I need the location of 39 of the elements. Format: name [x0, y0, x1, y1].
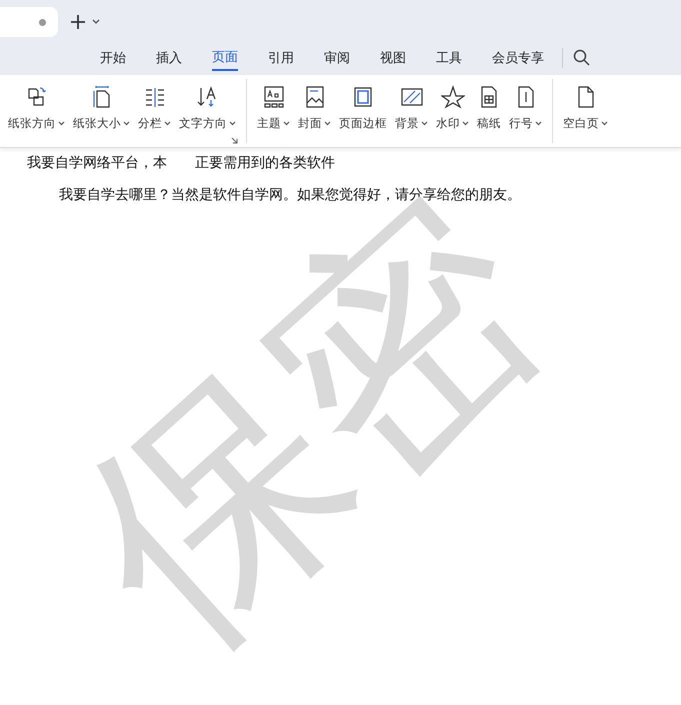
chevron-down-icon[interactable]	[92, 19, 100, 25]
ribbon-button[interactable]: 页面边框	[335, 85, 391, 147]
menu-tab[interactable]: 工具	[436, 44, 462, 70]
star-icon	[440, 85, 464, 109]
ribbon-button[interactable]: 行号	[505, 85, 546, 147]
menu-tab[interactable]: 会员专享	[492, 44, 544, 70]
unsaved-dot-icon	[39, 18, 46, 26]
document-text: 我要自学网络平台，本	[27, 154, 167, 173]
caret-icon	[421, 121, 428, 126]
caret-icon	[283, 121, 290, 126]
ribbon-button[interactable]: 文字方向	[175, 85, 240, 147]
ribbon-button[interactable]: 水印	[432, 85, 473, 147]
caret-icon	[324, 121, 331, 126]
dialog-launcher-icon[interactable]	[231, 137, 238, 144]
caret-icon	[58, 121, 65, 126]
caret-icon	[229, 121, 236, 126]
ribbon-button[interactable]: 背景	[391, 85, 432, 147]
menu-tab[interactable]: 插入	[156, 44, 182, 70]
ribbon-button[interactable]: 稿纸	[473, 85, 505, 147]
menu-tab[interactable]: 引用	[268, 44, 294, 70]
ribbon-button[interactable]: 封面	[294, 85, 335, 147]
ribbon-button[interactable]: 空白页	[559, 85, 612, 147]
search-icon[interactable]	[573, 49, 590, 66]
caret-icon	[123, 121, 130, 126]
theme-icon	[262, 85, 286, 109]
ribbon-button[interactable]: 纸张大小	[69, 85, 134, 147]
caret-icon	[164, 121, 171, 126]
ribbon-button[interactable]: 主题	[253, 85, 294, 147]
menu-tab[interactable]: 开始	[100, 44, 126, 70]
new-tab-icon[interactable]	[70, 14, 86, 30]
ribbon-button[interactable]: 纸张方向	[4, 85, 69, 147]
menu-tab[interactable]: 页面	[212, 44, 238, 70]
menu-tab[interactable]: 审阅	[324, 44, 350, 70]
ribbon-button[interactable]: 分栏	[134, 85, 175, 147]
caret-icon	[601, 121, 608, 126]
document-text: 正要需用到的各类软件	[195, 154, 335, 173]
caret-icon	[462, 121, 469, 126]
caret-icon	[535, 121, 542, 126]
menu-tab[interactable]: 视图	[380, 44, 406, 70]
